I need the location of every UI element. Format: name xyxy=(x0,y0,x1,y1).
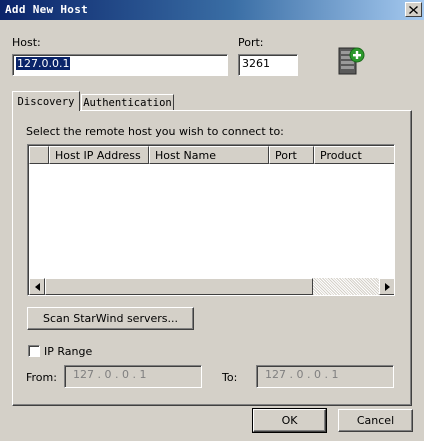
column-header-product-label: Product xyxy=(320,148,362,162)
port-label: Port: xyxy=(238,36,264,49)
instruction-text: Select the remote host you wish to conne… xyxy=(26,125,284,138)
column-header-port[interactable]: Port xyxy=(269,146,314,164)
host-label: Host: xyxy=(12,36,41,49)
to-ip-input[interactable]: 127 . 0 . 0 . 1 xyxy=(256,365,394,388)
ip-range-label: IP Range xyxy=(44,345,93,358)
scroll-right-button[interactable] xyxy=(379,278,394,295)
host-input[interactable]: 127.0.0.1 xyxy=(12,54,228,76)
ok-button-label: OK xyxy=(281,414,298,427)
host-input-value: 127.0.0.1 xyxy=(16,57,71,70)
scroll-left-button[interactable] xyxy=(29,278,45,295)
scrollbar-thumb[interactable] xyxy=(45,278,313,295)
column-header-product[interactable]: Product xyxy=(314,146,394,164)
column-header-host-ip[interactable]: Host IP Address xyxy=(49,146,149,164)
from-ip-input[interactable]: 127 . 0 . 0 . 1 xyxy=(64,365,202,388)
tab-discovery-label: Discovery xyxy=(17,95,75,108)
cancel-button-label: Cancel xyxy=(356,414,395,427)
close-button[interactable] xyxy=(405,2,422,17)
arrow-right-icon xyxy=(384,282,390,291)
close-icon xyxy=(409,5,418,14)
column-header-host-name-label: Host Name xyxy=(155,148,216,162)
cancel-button[interactable]: Cancel xyxy=(338,409,413,432)
server-add-icon xyxy=(337,44,367,76)
column-header-port-label: Port xyxy=(275,148,297,162)
column-header-select[interactable] xyxy=(29,146,49,164)
window-title: Add New Host xyxy=(5,3,89,16)
column-header-host-ip-label: Host IP Address xyxy=(55,148,141,162)
port-input-value: 3261 xyxy=(242,57,270,70)
column-header-host-name[interactable]: Host Name xyxy=(149,146,269,164)
to-ip-value: 127 . 0 . 0 . 1 xyxy=(265,368,339,381)
from-label: From: xyxy=(26,371,57,384)
horizontal-scrollbar[interactable] xyxy=(29,278,394,295)
port-input[interactable]: 3261 xyxy=(238,54,298,76)
tab-discovery[interactable]: Discovery xyxy=(12,91,80,111)
host-list[interactable]: Host IP Address Host Name Port Product xyxy=(27,144,395,296)
to-label: To: xyxy=(222,371,238,384)
scan-starwind-button[interactable]: Scan StarWind servers... xyxy=(27,307,194,330)
ok-button[interactable]: OK xyxy=(252,408,327,433)
tab-authentication[interactable]: Authentication xyxy=(81,94,174,111)
ip-range-checkbox[interactable] xyxy=(28,345,40,357)
tab-authentication-label: Authentication xyxy=(83,97,172,109)
from-ip-value: 127 . 0 . 0 . 1 xyxy=(73,368,147,381)
scan-starwind-button-label: Scan StarWind servers... xyxy=(43,312,178,325)
arrow-left-icon xyxy=(34,282,40,291)
